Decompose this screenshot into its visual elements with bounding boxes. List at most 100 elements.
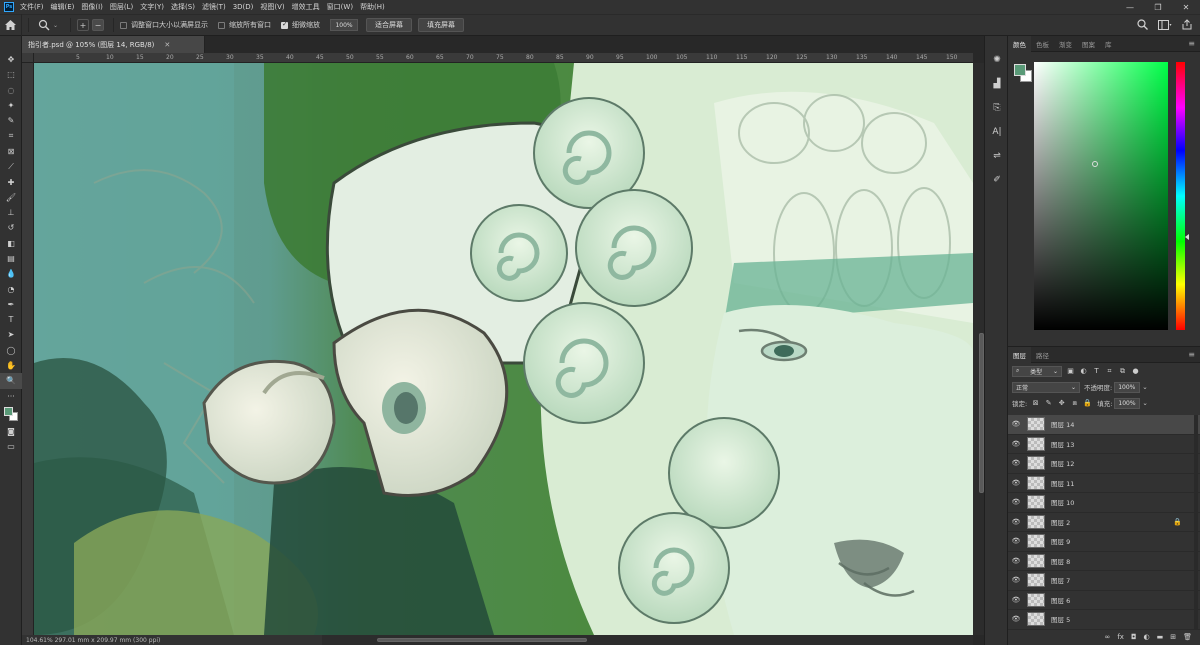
layer-thumbnail[interactable] xyxy=(1027,436,1045,451)
layer-thumbnail[interactable] xyxy=(1027,456,1045,471)
close-document-icon[interactable]: ✕ xyxy=(164,41,170,49)
layer-thumbnail[interactable] xyxy=(1027,592,1045,607)
brush-settings-icon[interactable]: ✐ xyxy=(985,168,1009,192)
menu-select[interactable]: 选择(S) xyxy=(171,2,195,12)
dodge-tool-icon[interactable]: ◔ xyxy=(0,281,22,296)
zoom-tool-preset-icon[interactable] xyxy=(35,19,53,31)
blur-tool-icon[interactable]: 💧 xyxy=(0,266,22,281)
quick-selection-tool-icon[interactable]: ✎ xyxy=(0,113,22,128)
horizontal-ruler[interactable]: 5 10 15 20 25 30 35 40 45 50 55 60 65 70 75 80 85 90 95 100… xyxy=(34,53,973,63)
saturation-brightness-field[interactable] xyxy=(1034,62,1168,330)
eyedropper-tool-icon[interactable]: ⟋ xyxy=(0,159,22,174)
layer-thumbnail[interactable] xyxy=(1027,514,1045,529)
vertical-scrollbar[interactable] xyxy=(973,63,984,635)
path-selection-tool-icon[interactable]: ➤ xyxy=(0,327,22,342)
lock-transparent-icon[interactable]: ⊠ xyxy=(1031,399,1040,408)
eye-icon[interactable]: 👁 xyxy=(1008,479,1024,487)
layer-name[interactable]: 图层 11 xyxy=(1051,478,1074,488)
layer-name[interactable]: 图层 14 xyxy=(1051,419,1074,429)
move-tool-icon[interactable]: ✥ xyxy=(0,52,22,67)
checkbox-box[interactable] xyxy=(218,21,226,29)
filter-adjustment-icon[interactable]: ◐ xyxy=(1079,367,1088,376)
eye-icon[interactable]: 👁 xyxy=(1008,557,1024,565)
menu-window[interactable]: 窗口(W) xyxy=(327,2,353,12)
menu-image[interactable]: 图像(I) xyxy=(81,2,103,12)
magic-wand-tool-icon[interactable]: ✦ xyxy=(0,98,22,113)
opacity-input[interactable]: 100% xyxy=(1114,381,1141,393)
panel-menu-icon[interactable]: ≡ xyxy=(1188,39,1195,48)
menu-type[interactable]: 文字(Y) xyxy=(140,2,164,12)
workspace-icon[interactable] xyxy=(1158,19,1172,30)
close-icon[interactable]: ✕ xyxy=(1172,0,1200,14)
foreground-color-swatch[interactable] xyxy=(4,406,13,416)
history-icon[interactable]: ⎘ xyxy=(985,96,1009,120)
layer-row[interactable]: 👁 图层 10 xyxy=(1008,493,1200,513)
lock-artboard-icon[interactable]: ⧈ xyxy=(1070,399,1079,408)
layer-row[interactable]: 👁 图层 8 xyxy=(1008,552,1200,571)
tab-paths[interactable]: 路径 xyxy=(1031,347,1054,363)
color-picker-cursor[interactable] xyxy=(1092,161,1098,167)
panel-menu-icon[interactable]: ≡ xyxy=(1188,350,1195,359)
character-icon[interactable]: A| xyxy=(985,120,1009,144)
fill-input[interactable]: 100% xyxy=(1114,397,1141,409)
chevron-down-icon[interactable]: ⌄ xyxy=(1142,383,1147,391)
layer-row[interactable]: 👁 图层 12 xyxy=(1008,454,1200,474)
layer-row[interactable]: 👁 图层 9 xyxy=(1008,532,1200,552)
layer-thumbnail[interactable] xyxy=(1027,417,1045,432)
new-group-icon[interactable]: ▬ xyxy=(1157,633,1164,641)
zoom-in-icon[interactable]: + xyxy=(77,19,90,31)
menu-layer[interactable]: 图层(L) xyxy=(110,2,133,12)
layer-thumbnail[interactable] xyxy=(1027,534,1045,549)
eye-icon[interactable]: 👁 xyxy=(1008,576,1024,584)
frame-tool-icon[interactable]: ⊠ xyxy=(0,144,22,159)
history-brush-tool-icon[interactable]: ↺ xyxy=(0,220,22,235)
layer-name[interactable]: 图层 8 xyxy=(1051,556,1070,566)
tab-swatches[interactable]: 色板 xyxy=(1031,36,1054,52)
new-layer-icon[interactable]: ⊞ xyxy=(1170,633,1176,641)
marquee-tool-icon[interactable]: ⬚ xyxy=(0,67,22,82)
restore-icon[interactable]: ❐ xyxy=(1144,0,1172,14)
eraser-tool-icon[interactable]: ◧ xyxy=(0,236,22,251)
layer-name[interactable]: 图层 6 xyxy=(1051,595,1070,605)
layer-name[interactable]: 图层 5 xyxy=(1051,614,1070,624)
link-layers-icon[interactable]: ∞ xyxy=(1105,633,1111,641)
screen-mode-icon[interactable]: ▭ xyxy=(0,439,22,454)
properties-icon[interactable]: ⇌ xyxy=(985,144,1009,168)
color-swatches[interactable] xyxy=(0,404,22,424)
eye-icon[interactable]: 👁 xyxy=(1008,596,1024,604)
search-icon[interactable] xyxy=(1137,19,1148,30)
gradient-tool-icon[interactable]: ▤ xyxy=(0,251,22,266)
chevron-down-icon[interactable]: ⌄ xyxy=(53,22,58,29)
menu-view[interactable]: 视图(V) xyxy=(260,2,284,12)
layer-row[interactable]: 👁 图层 5 xyxy=(1008,610,1200,630)
scrubby-zoom-checkbox[interactable]: 细微缩放 xyxy=(281,20,320,30)
layer-thumbnail[interactable] xyxy=(1027,573,1045,588)
layer-thumbnail[interactable] xyxy=(1027,475,1045,490)
home-icon[interactable] xyxy=(0,14,22,36)
checkbox-box[interactable] xyxy=(120,21,128,29)
fill-screen-button[interactable]: 填充屏幕 xyxy=(418,18,465,32)
zoom-percent-input[interactable]: 100% xyxy=(330,19,359,31)
histogram-icon[interactable]: ▟ xyxy=(985,72,1009,96)
eye-icon[interactable]: 👁 xyxy=(1008,518,1024,526)
zoom-tool-icon[interactable]: 🔍 xyxy=(0,373,22,389)
vertical-ruler[interactable] xyxy=(22,63,34,635)
brush-tool-icon[interactable]: 🖌 xyxy=(0,190,22,205)
layer-name[interactable]: 图层 12 xyxy=(1051,458,1074,468)
tab-layers[interactable]: 图层 xyxy=(1008,346,1031,363)
layer-name[interactable]: 图层 13 xyxy=(1051,439,1074,449)
pen-tool-icon[interactable]: ✒ xyxy=(0,297,22,312)
eye-icon[interactable]: 👁 xyxy=(1008,498,1024,506)
ruler-origin[interactable] xyxy=(22,53,34,63)
hue-slider[interactable] xyxy=(1176,62,1185,330)
lock-icon[interactable]: 🔒 xyxy=(1173,518,1182,526)
filter-shape-icon[interactable]: ⌗ xyxy=(1105,367,1114,376)
healing-brush-tool-icon[interactable]: ✚ xyxy=(0,174,22,189)
crop-tool-icon[interactable]: ⌗ xyxy=(0,128,22,143)
layer-name[interactable]: 图层 10 xyxy=(1051,497,1074,507)
eye-icon[interactable]: 👁 xyxy=(1008,459,1024,467)
layer-row[interactable]: 👁 图层 13 xyxy=(1008,435,1200,454)
menu-plugins[interactable]: 增效工具 xyxy=(292,2,320,12)
menu-3d[interactable]: 3D(D) xyxy=(233,3,254,11)
layers-scrollbar[interactable] xyxy=(1194,415,1198,629)
